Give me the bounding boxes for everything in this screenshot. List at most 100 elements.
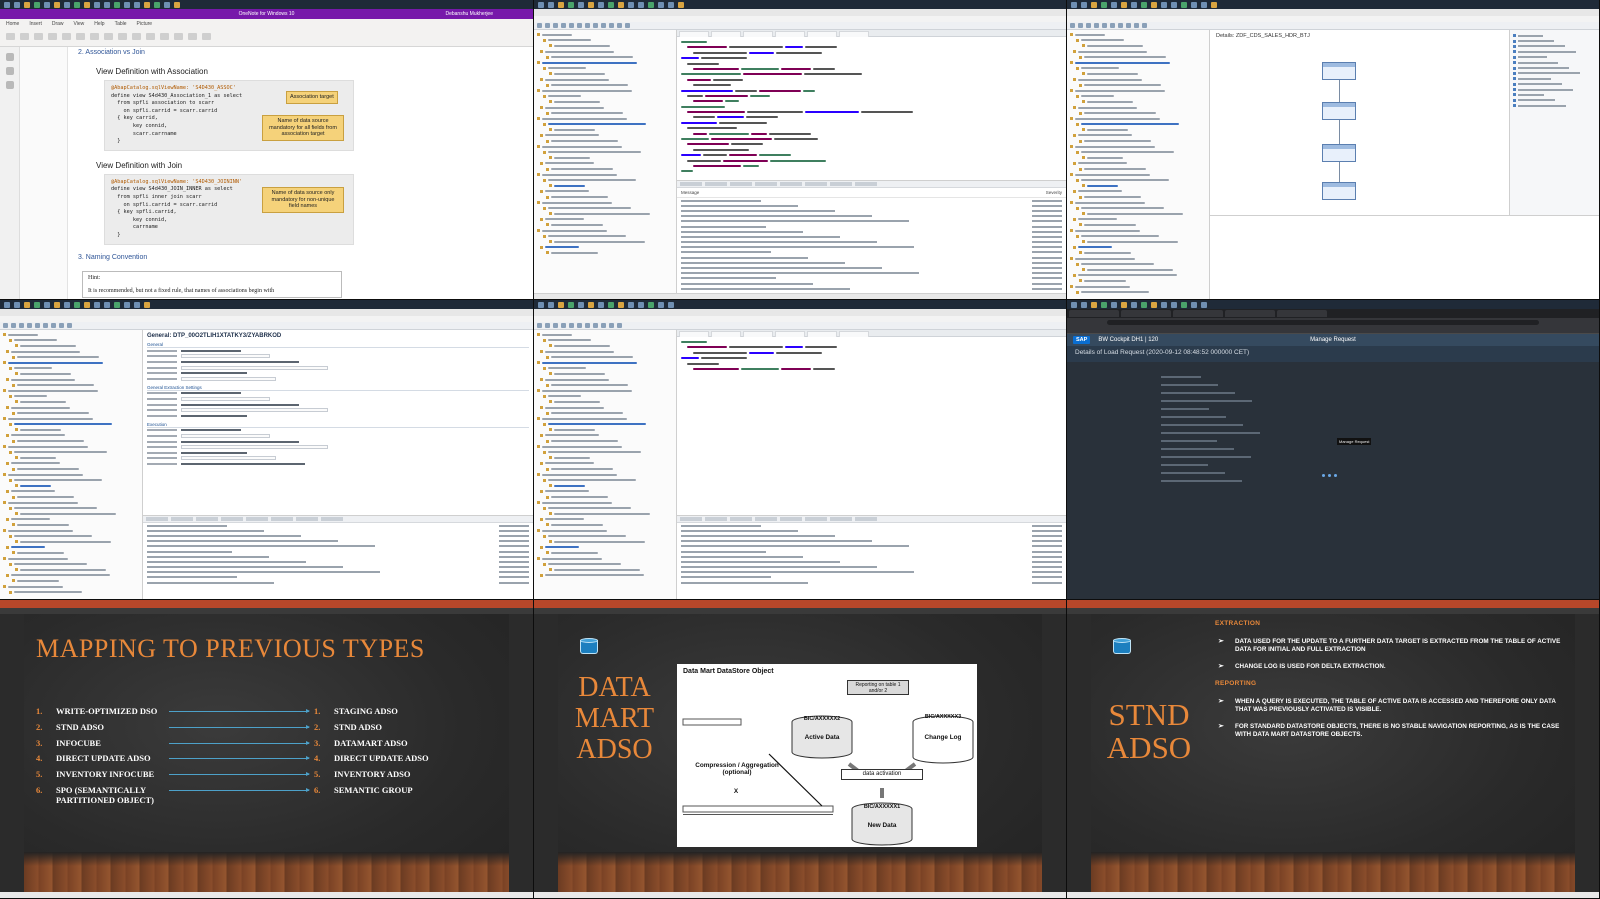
field-value[interactable]: [181, 440, 299, 443]
notebook-icon[interactable]: [5, 53, 14, 61]
field-value[interactable]: [181, 414, 247, 417]
ide-toolbar[interactable]: [0, 322, 533, 330]
ide-toolbar[interactable]: [534, 322, 1066, 330]
page-heading: Details of Load Request (2020-09-12 08:4…: [1067, 346, 1599, 362]
page-list[interactable]: [20, 47, 68, 299]
field-value[interactable]: [181, 456, 276, 461]
field-value[interactable]: [181, 408, 328, 413]
form-row[interactable]: [147, 413, 529, 419]
log-severity: [499, 534, 529, 537]
field-value[interactable]: [181, 376, 276, 381]
project-explorer[interactable]: [1067, 30, 1210, 299]
field-value[interactable]: [181, 451, 247, 454]
palette-item[interactable]: [1513, 103, 1596, 108]
editor-tabs[interactable]: [677, 30, 1066, 37]
field-value[interactable]: [181, 360, 299, 363]
address-bar[interactable]: [1067, 318, 1599, 327]
log-view[interactable]: [677, 515, 1066, 599]
folder-icon: [543, 534, 546, 538]
field-value[interactable]: [181, 396, 270, 401]
ribbon-tab[interactable]: Home: [6, 21, 19, 27]
field-value[interactable]: [181, 462, 305, 465]
extraction-text: DATA USED FOR THE UPDATE TO A FURTHER DA…: [1235, 638, 1561, 654]
folder-icon: [6, 350, 9, 354]
recent-icon[interactable]: [5, 81, 14, 89]
log-view[interactable]: [143, 515, 533, 599]
field-value[interactable]: [181, 429, 241, 432]
log-severity: [1032, 272, 1062, 275]
search-icon[interactable]: [5, 67, 14, 75]
ribbon-tab[interactable]: Table: [115, 21, 127, 27]
graphical-canvas[interactable]: Details: ZDF_CDS_SALES_HDR_BTJ: [1210, 30, 1509, 215]
form-row[interactable]: [147, 461, 529, 467]
ide-toolbar[interactable]: [534, 22, 1066, 30]
powerpoint-title-bar: [534, 600, 1066, 608]
app-title[interactable]: Manage Request: [1067, 337, 1599, 343]
tree-item-label: [17, 468, 79, 471]
log-text: [681, 576, 771, 579]
tree-item-label: [551, 112, 623, 115]
folder-icon: [12, 383, 15, 387]
folder-icon: [537, 445, 540, 449]
tree-item-label: [1081, 207, 1164, 210]
editor-tabs[interactable]: [677, 330, 1066, 337]
folder-icon: [9, 590, 12, 594]
entity-box[interactable]: [1322, 102, 1356, 120]
tree-item[interactable]: [1070, 289, 1206, 295]
field-value[interactable]: [181, 349, 241, 352]
properties-palette[interactable]: [1509, 30, 1599, 215]
navigation-pane[interactable]: [0, 47, 20, 299]
palette-label: [1518, 72, 1580, 75]
note-page[interactable]: 2. Association vs Join View Definition w…: [68, 47, 533, 299]
tree-item-label: [1081, 151, 1174, 154]
tree-item-label: [554, 72, 605, 75]
ribbon-tab[interactable]: Picture: [137, 21, 153, 27]
entity-box[interactable]: [1322, 62, 1356, 80]
field-value[interactable]: [181, 365, 328, 370]
title-line: DATA: [578, 672, 651, 703]
data-preview[interactable]: [1210, 215, 1599, 299]
field-value[interactable]: [181, 354, 270, 359]
folder-icon: [12, 495, 15, 499]
project-explorer[interactable]: [534, 30, 677, 299]
folder-icon: [1079, 195, 1082, 199]
browser-tabs[interactable]: [1067, 309, 1599, 318]
code-token: [687, 46, 727, 49]
console-view[interactable]: Message Severity: [677, 180, 1066, 299]
code-token: [770, 159, 826, 162]
entity-box[interactable]: [1322, 182, 1356, 200]
folder-icon: [549, 72, 552, 76]
eclipse-cds-window: Message Severity: [534, 0, 1067, 300]
code-editor[interactable]: [677, 330, 1066, 515]
folder-icon: [9, 478, 12, 482]
project-explorer[interactable]: [0, 330, 143, 599]
form-row[interactable]: [147, 376, 529, 382]
code-token: [681, 154, 701, 157]
field-value[interactable]: [181, 403, 299, 406]
field-value[interactable]: [181, 392, 241, 395]
field-value[interactable]: [181, 433, 270, 438]
bookmarks-bar[interactable]: [1067, 327, 1599, 334]
field-value[interactable]: [181, 372, 247, 375]
entity-box[interactable]: [1322, 144, 1356, 162]
ribbon-tab[interactable]: View: [74, 21, 85, 27]
sap-browser-window: SAP BW Cockpit DH1 | 120 Manage Request …: [1067, 300, 1600, 600]
field-value[interactable]: [181, 445, 328, 450]
dtp-form[interactable]: General: DTP_00O2TLIH1XTATKY3/ZYABRKOD G…: [143, 330, 533, 515]
code-editor[interactable]: [677, 30, 1066, 180]
code-token: [759, 89, 801, 92]
tree-item[interactable]: [537, 250, 673, 256]
folder-icon: [15, 428, 18, 432]
new-types-list: 1. STAGING ADSO 2. STND ADSO 3. DATAMART ADSO…: [314, 706, 429, 801]
ribbon-tab[interactable]: Insert: [29, 21, 42, 27]
folder-icon: [537, 417, 540, 421]
tree-item[interactable]: [537, 573, 673, 579]
ide-toolbar[interactable]: [1067, 22, 1599, 30]
folder-icon: [537, 501, 540, 505]
project-explorer[interactable]: [534, 330, 677, 599]
tree-item[interactable]: [3, 589, 139, 595]
code-token: [681, 41, 707, 43]
folder-icon: [549, 456, 552, 460]
ribbon-tab[interactable]: Help: [94, 21, 104, 27]
ribbon-tab[interactable]: Draw: [52, 21, 64, 27]
